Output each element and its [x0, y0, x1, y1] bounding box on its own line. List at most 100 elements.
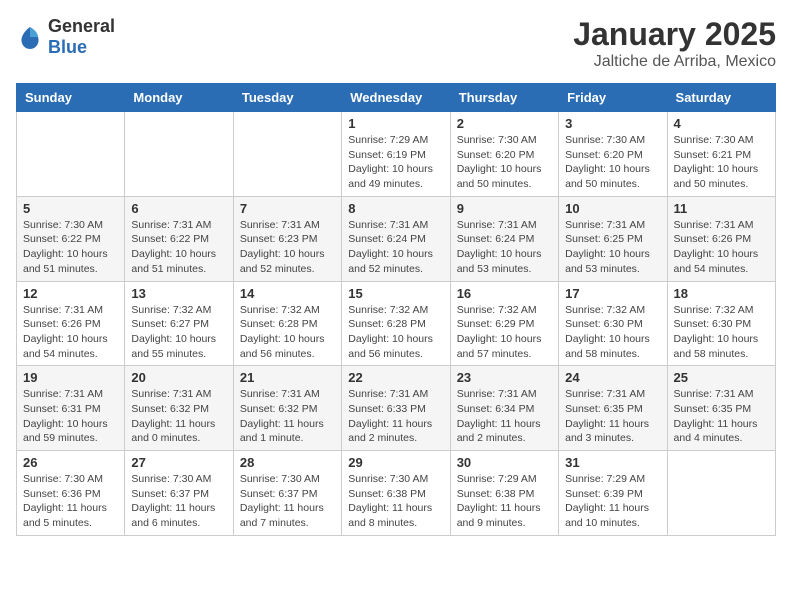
day-info: Sunrise: 7:29 AM Sunset: 6:39 PM Dayligh… — [565, 472, 660, 531]
weekday-header-saturday: Saturday — [667, 84, 775, 112]
day-number: 25 — [674, 370, 769, 385]
calendar-cell: 15 Sunrise: 7:32 AM Sunset: 6:28 PM Dayli… — [342, 281, 450, 366]
day-number: 6 — [131, 201, 226, 216]
calendar-week-row: 26Sunrise: 7:30 AM Sunset: 6:36 PM Dayli… — [17, 451, 776, 536]
day-info: Sunrise: 7:30 AM Sunset: 6:38 PM Dayligh… — [348, 472, 443, 531]
day-number: 9 — [457, 201, 552, 216]
day-info: Sunrise: 7:30 AM Sunset: 6:20 PM Dayligh… — [565, 133, 660, 192]
day-info: Sunrise: 7:30 AM Sunset: 6:37 PM Dayligh… — [240, 472, 335, 531]
page-header: General Blue January 2025 Jaltiche de Ar… — [16, 16, 776, 71]
calendar-cell: 13 Sunrise: 7:32 AM Sunset: 6:27 PM Dayli… — [125, 281, 233, 366]
calendar-table: SundayMondayTuesdayWednesdayThursdayFrid… — [16, 83, 776, 536]
day-info: Sunrise: 7:32 AM Sunset: 6:28 PM Dayligh… — [348, 303, 443, 362]
day-info: Sunrise: 7:31 AM Sunset: 6:26 PM Dayligh… — [674, 218, 769, 277]
day-info: Sunrise: 7:31 AM Sunset: 6:22 PM Dayligh… — [131, 218, 226, 277]
day-info: Sunrise: 7:31 AM Sunset: 6:32 PM Dayligh… — [131, 387, 226, 446]
calendar-week-row: 12 Sunrise: 7:31 AM Sunset: 6:26 PM Dayli… — [17, 281, 776, 366]
day-number: 16 — [457, 286, 552, 301]
day-number: 17 — [565, 286, 660, 301]
calendar-cell: 28 Sunrise: 7:30 AM Sunset: 6:37 PM Dayli… — [233, 451, 341, 536]
day-info: Sunrise: 7:31 AM Sunset: 6:34 PM Dayligh… — [457, 387, 552, 446]
day-info: Sunrise: 7:32 AM Sunset: 6:30 PM Dayligh… — [565, 303, 660, 362]
calendar-cell: 22Sunrise: 7:31 AM Sunset: 6:33 PM Dayli… — [342, 366, 450, 451]
calendar-cell: 5Sunrise: 7:30 AM Sunset: 6:22 PM Daylig… — [17, 196, 125, 281]
logo-blue: Blue — [48, 37, 87, 57]
location-title: Jaltiche de Arriba, Mexico — [573, 53, 776, 71]
day-number: 7 — [240, 201, 335, 216]
calendar-cell: 23Sunrise: 7:31 AM Sunset: 6:34 PM Dayli… — [450, 366, 558, 451]
day-number: 28 — [240, 455, 335, 470]
day-info: Sunrise: 7:30 AM Sunset: 6:21 PM Dayligh… — [674, 133, 769, 192]
day-number: 30 — [457, 455, 552, 470]
calendar-cell: 16 Sunrise: 7:32 AM Sunset: 6:29 PM Dayli… — [450, 281, 558, 366]
weekday-header-friday: Friday — [559, 84, 667, 112]
day-info: Sunrise: 7:32 AM Sunset: 6:30 PM Dayligh… — [674, 303, 769, 362]
calendar-week-row: 5Sunrise: 7:30 AM Sunset: 6:22 PM Daylig… — [17, 196, 776, 281]
calendar-cell: 14 Sunrise: 7:32 AM Sunset: 6:28 PM Dayli… — [233, 281, 341, 366]
day-number: 15 — [348, 286, 443, 301]
day-info: Sunrise: 7:31 AM Sunset: 6:24 PM Dayligh… — [457, 218, 552, 277]
day-info: Sunrise: 7:30 AM Sunset: 6:20 PM Dayligh… — [457, 133, 552, 192]
day-info: Sunrise: 7:31 AM Sunset: 6:25 PM Dayligh… — [565, 218, 660, 277]
day-info: Sunrise: 7:29 AM Sunset: 6:19 PM Dayligh… — [348, 133, 443, 192]
calendar-cell: 18Sunrise: 7:32 AM Sunset: 6:30 PM Dayli… — [667, 281, 775, 366]
weekday-header-wednesday: Wednesday — [342, 84, 450, 112]
day-info: Sunrise: 7:31 AM Sunset: 6:32 PM Dayligh… — [240, 387, 335, 446]
calendar-week-row: 1 Sunrise: 7:29 AM Sunset: 6:19 PM Daylig… — [17, 112, 776, 197]
calendar-cell: 20Sunrise: 7:31 AM Sunset: 6:32 PM Dayli… — [125, 366, 233, 451]
weekday-header-row: SundayMondayTuesdayWednesdayThursdayFrid… — [17, 84, 776, 112]
calendar-cell: 26Sunrise: 7:30 AM Sunset: 6:36 PM Dayli… — [17, 451, 125, 536]
day-number: 2 — [457, 116, 552, 131]
day-number: 3 — [565, 116, 660, 131]
day-number: 10 — [565, 201, 660, 216]
calendar-cell: 7 Sunrise: 7:31 AM Sunset: 6:23 PM Daylig… — [233, 196, 341, 281]
calendar-cell — [667, 451, 775, 536]
day-info: Sunrise: 7:31 AM Sunset: 6:23 PM Dayligh… — [240, 218, 335, 277]
day-number: 21 — [240, 370, 335, 385]
calendar-cell: 1 Sunrise: 7:29 AM Sunset: 6:19 PM Daylig… — [342, 112, 450, 197]
day-number: 26 — [23, 455, 118, 470]
calendar-cell: 11Sunrise: 7:31 AM Sunset: 6:26 PM Dayli… — [667, 196, 775, 281]
calendar-cell: 17 Sunrise: 7:32 AM Sunset: 6:30 PM Dayli… — [559, 281, 667, 366]
day-number: 12 — [23, 286, 118, 301]
title-section: January 2025 Jaltiche de Arriba, Mexico — [573, 16, 776, 71]
day-number: 31 — [565, 455, 660, 470]
day-number: 1 — [348, 116, 443, 131]
day-info: Sunrise: 7:31 AM Sunset: 6:35 PM Dayligh… — [674, 387, 769, 446]
day-number: 13 — [131, 286, 226, 301]
weekday-header-monday: Monday — [125, 84, 233, 112]
calendar-cell: 19 Sunrise: 7:31 AM Sunset: 6:31 PM Dayli… — [17, 366, 125, 451]
day-info: Sunrise: 7:30 AM Sunset: 6:37 PM Dayligh… — [131, 472, 226, 531]
logo-general: General — [48, 16, 115, 36]
day-info: Sunrise: 7:32 AM Sunset: 6:27 PM Dayligh… — [131, 303, 226, 362]
calendar-cell — [17, 112, 125, 197]
day-number: 19 — [23, 370, 118, 385]
logo-text: General Blue — [48, 16, 115, 58]
weekday-header-sunday: Sunday — [17, 84, 125, 112]
day-info: Sunrise: 7:31 AM Sunset: 6:35 PM Dayligh… — [565, 387, 660, 446]
weekday-header-thursday: Thursday — [450, 84, 558, 112]
calendar-cell — [233, 112, 341, 197]
calendar-cell: 30Sunrise: 7:29 AM Sunset: 6:38 PM Dayli… — [450, 451, 558, 536]
calendar-cell: 24Sunrise: 7:31 AM Sunset: 6:35 PM Dayli… — [559, 366, 667, 451]
day-number: 8 — [348, 201, 443, 216]
calendar-cell: 6 Sunrise: 7:31 AM Sunset: 6:22 PM Daylig… — [125, 196, 233, 281]
calendar-cell: 12 Sunrise: 7:31 AM Sunset: 6:26 PM Dayli… — [17, 281, 125, 366]
month-title: January 2025 — [573, 16, 776, 53]
day-info: Sunrise: 7:32 AM Sunset: 6:29 PM Dayligh… — [457, 303, 552, 362]
day-info: Sunrise: 7:32 AM Sunset: 6:28 PM Dayligh… — [240, 303, 335, 362]
calendar-cell: 31 Sunrise: 7:29 AM Sunset: 6:39 PM Dayli… — [559, 451, 667, 536]
day-number: 27 — [131, 455, 226, 470]
calendar-cell: 4Sunrise: 7:30 AM Sunset: 6:21 PM Daylig… — [667, 112, 775, 197]
calendar-cell: 2 Sunrise: 7:30 AM Sunset: 6:20 PM Daylig… — [450, 112, 558, 197]
day-info: Sunrise: 7:31 AM Sunset: 6:26 PM Dayligh… — [23, 303, 118, 362]
calendar-cell: 25 Sunrise: 7:31 AM Sunset: 6:35 PM Dayli… — [667, 366, 775, 451]
calendar-cell: 29Sunrise: 7:30 AM Sunset: 6:38 PM Dayli… — [342, 451, 450, 536]
day-number: 14 — [240, 286, 335, 301]
calendar-cell: 3 Sunrise: 7:30 AM Sunset: 6:20 PM Daylig… — [559, 112, 667, 197]
weekday-header-tuesday: Tuesday — [233, 84, 341, 112]
calendar-cell: 9 Sunrise: 7:31 AM Sunset: 6:24 PM Daylig… — [450, 196, 558, 281]
day-number: 22 — [348, 370, 443, 385]
calendar-cell: 10 Sunrise: 7:31 AM Sunset: 6:25 PM Dayli… — [559, 196, 667, 281]
day-info: Sunrise: 7:31 AM Sunset: 6:31 PM Dayligh… — [23, 387, 118, 446]
